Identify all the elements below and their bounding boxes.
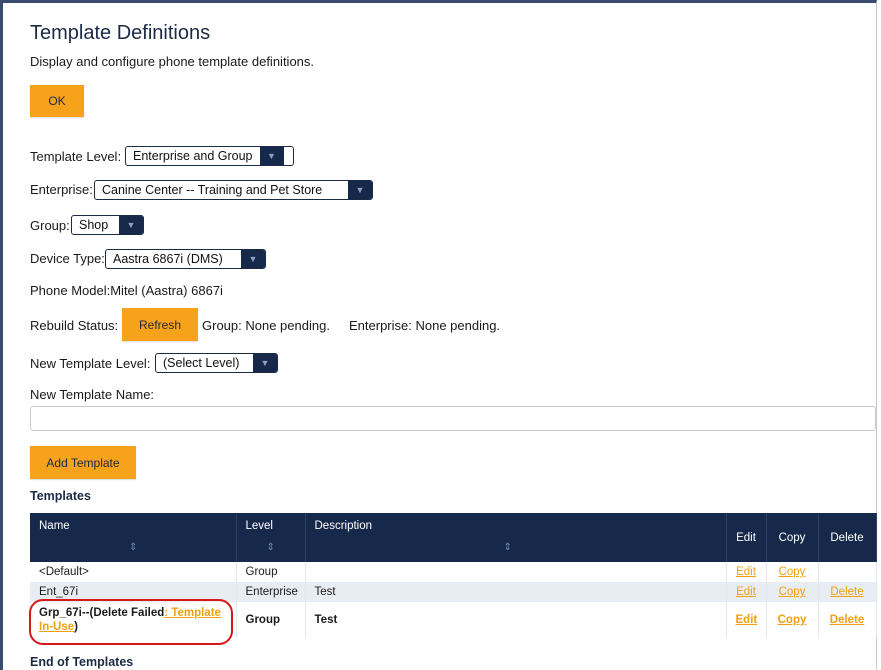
delete-link[interactable]: Delete: [830, 614, 865, 626]
device-type-label: Device Type:: [30, 251, 105, 266]
enterprise-select[interactable]: Canine Center -- Training and Pet Store …: [94, 180, 373, 200]
new-template-level-value: (Select Level): [163, 356, 240, 370]
chevron-down-icon: ▼: [259, 147, 284, 165]
template-name-prefix: Grp_67i--(Delete Failed: [39, 607, 165, 619]
new-template-name-input[interactable]: [30, 406, 876, 431]
template-level: Enterprise: [236, 582, 306, 602]
template-description: Test: [305, 582, 727, 602]
template-description: [305, 562, 727, 582]
column-header-name-label: Name: [39, 520, 70, 532]
end-of-templates-text: End of Templates: [30, 655, 134, 669]
new-template-level-select[interactable]: (Select Level) ▼: [155, 353, 278, 373]
edit-link[interactable]: Edit: [736, 614, 758, 626]
device-type-value: Aastra 6867i (DMS): [113, 252, 223, 266]
enterprise-label: Enterprise:: [30, 182, 93, 197]
column-header-level-label: Level: [245, 520, 274, 532]
table-header-row: Name ⇕ Level ⇕ Description ⇕ Edit Copy D…: [30, 513, 877, 562]
copy-link[interactable]: Copy: [779, 586, 806, 598]
table-row: Ent_67i Enterprise Test Edit Copy Delete: [30, 582, 877, 602]
template-level-value: Enterprise and Group: [133, 149, 253, 163]
delete-link[interactable]: Delete: [830, 586, 863, 598]
sort-icon[interactable]: ⇕: [267, 542, 275, 553]
template-level: Group: [236, 602, 306, 638]
refresh-button[interactable]: Refresh: [122, 308, 198, 341]
group-label: Group:: [30, 218, 70, 233]
page-title: Template Definitions: [30, 22, 211, 44]
ok-button[interactable]: OK: [30, 85, 84, 117]
group-rebuild-status: Group: None pending.: [202, 318, 330, 333]
phone-model-text: Phone Model:Mitel (Aastra) 6867i: [30, 283, 223, 298]
template-level: Group: [236, 562, 306, 582]
copy-link[interactable]: Copy: [779, 566, 806, 578]
sort-icon[interactable]: ⇕: [504, 542, 512, 553]
edit-link[interactable]: Edit: [736, 586, 756, 598]
template-description: Test: [305, 602, 727, 638]
template-level-label: Template Level:: [30, 149, 122, 164]
column-header-description-label: Description: [314, 520, 373, 532]
sort-icon[interactable]: ⇕: [129, 542, 137, 553]
templates-table: Name ⇕ Level ⇕ Description ⇕ Edit Copy D…: [30, 513, 877, 638]
column-header-edit: Edit: [726, 513, 767, 562]
column-header-copy: Copy: [766, 513, 819, 562]
column-header-level[interactable]: Level ⇕: [236, 513, 306, 562]
template-name-cell: Grp_67i--(Delete Failed: Template In-Use…: [30, 602, 237, 638]
table-row: Grp_67i--(Delete Failed: Template In-Use…: [30, 602, 877, 638]
new-template-level-label: New Template Level:: [30, 356, 151, 371]
column-header-description[interactable]: Description ⇕: [305, 513, 727, 562]
device-type-select[interactable]: Aastra 6867i (DMS) ▼: [105, 249, 266, 269]
enterprise-value: Canine Center -- Training and Pet Store: [102, 183, 323, 197]
chevron-down-icon: ▼: [253, 354, 277, 372]
new-template-name-label: New Template Name:: [30, 387, 155, 402]
rebuild-status-label: Rebuild Status:: [30, 318, 119, 333]
chevron-down-icon: ▼: [348, 181, 372, 199]
template-name-suffix: ): [74, 621, 78, 633]
template-name: Ent_67i: [30, 582, 237, 602]
chevron-down-icon: ▼: [241, 250, 265, 268]
table-row: <Default> Group Edit Copy: [30, 562, 877, 582]
templates-heading: Templates: [30, 489, 91, 503]
group-select[interactable]: Shop ▼: [71, 215, 144, 235]
page-subtitle: Display and configure phone template def…: [30, 54, 315, 69]
edit-link[interactable]: Edit: [736, 566, 756, 578]
column-header-name[interactable]: Name ⇕: [30, 513, 237, 562]
chevron-down-icon: ▼: [119, 216, 143, 234]
column-header-delete: Delete: [818, 513, 877, 562]
template-name: <Default>: [30, 562, 237, 582]
add-template-button[interactable]: Add Template: [30, 446, 136, 479]
enterprise-rebuild-status: Enterprise: None pending.: [349, 318, 501, 333]
copy-link[interactable]: Copy: [778, 614, 807, 626]
group-value: Shop: [79, 218, 109, 232]
template-level-select[interactable]: Enterprise and Group ▼: [125, 146, 294, 166]
